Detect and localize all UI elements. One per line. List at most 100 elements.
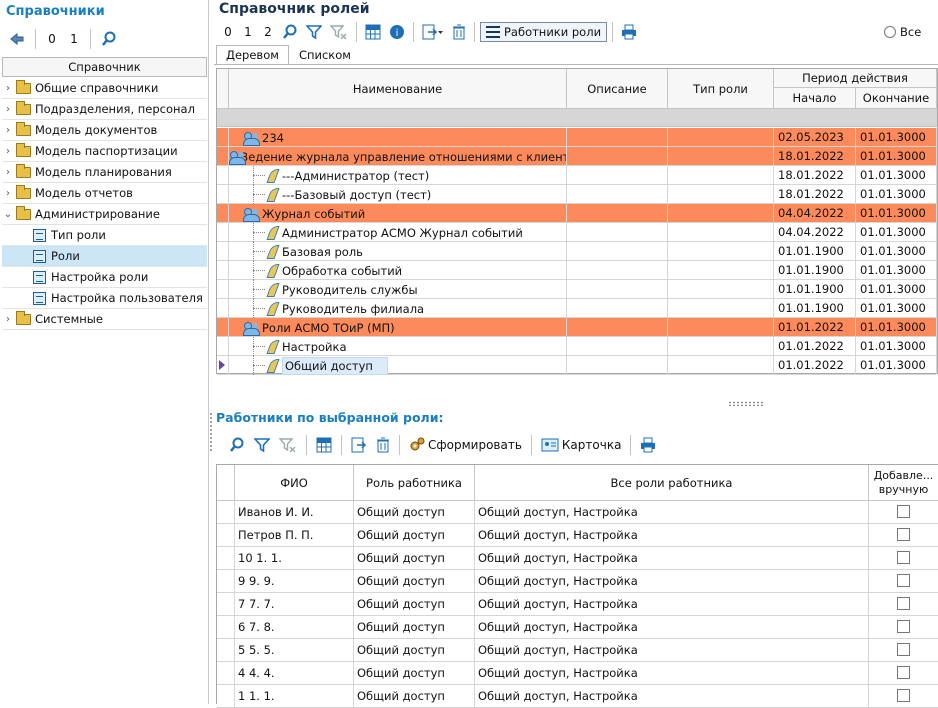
- level-0-button[interactable]: 0: [43, 29, 61, 49]
- tab-list[interactable]: Списком: [289, 45, 361, 65]
- level-1-button[interactable]: 1: [65, 29, 83, 49]
- clear-filter-icon[interactable]: [276, 435, 300, 455]
- filter-icon[interactable]: [251, 435, 273, 455]
- export-dropdown-icon[interactable]: [419, 22, 447, 42]
- column-worker-role-header[interactable]: Роль работника: [354, 465, 475, 501]
- tree-item[interactable]: › Модель документов: [2, 120, 207, 141]
- role-row[interactable]: Обработка событий 01.01.1900 01.01.3000: [217, 261, 937, 280]
- end-date-cell: 01.01.3000: [856, 185, 937, 204]
- search-icon[interactable]: [226, 435, 248, 455]
- column-all-roles-header[interactable]: Все роли работника: [475, 465, 869, 501]
- manual-checkbox[interactable]: [897, 689, 910, 702]
- tree-item[interactable]: › Подразделения, персонал: [2, 99, 207, 120]
- manual-checkbox[interactable]: [897, 643, 910, 656]
- form-button[interactable]: Сформировать: [406, 435, 525, 455]
- role-row[interactable]: Базовая роль 01.01.1900 01.01.3000: [217, 242, 937, 261]
- vertical-splitter-handle[interactable]: [209, 412, 213, 452]
- columns-grid-icon[interactable]: [313, 435, 335, 455]
- manual-cell: [869, 524, 938, 547]
- manual-checkbox[interactable]: [897, 574, 910, 587]
- expand-chevron-icon[interactable]: ›: [2, 125, 14, 136]
- role-row[interactable]: Администратор АСМО Журнал событий 04.04.2…: [217, 223, 937, 242]
- worker-row[interactable]: 7 7. 7. Общий доступ Общий доступ, Настрой…: [217, 593, 938, 616]
- tree-item[interactable]: Роли: [2, 246, 207, 267]
- column-fio-header[interactable]: ФИО: [235, 465, 354, 501]
- back-arrow-icon[interactable]: [6, 29, 28, 49]
- filter-row[interactable]: [217, 109, 937, 127]
- expand-chevron-icon[interactable]: ›: [2, 188, 14, 199]
- info-icon[interactable]: i: [386, 22, 408, 42]
- role-icon: [267, 339, 279, 354]
- expand-chevron-icon[interactable]: ›: [2, 314, 14, 325]
- show-all-radio[interactable]: Все: [884, 25, 921, 39]
- column-manual-header[interactable]: Добавле... вручную: [869, 465, 938, 501]
- column-name-header[interactable]: Наименование: [229, 69, 567, 109]
- role-row[interactable]: ---Базовый доступ (тест) 18.01.2022 01.01.…: [217, 185, 937, 204]
- tree-item[interactable]: Настройка роли: [2, 267, 207, 288]
- level-1-button[interactable]: 1: [239, 22, 257, 42]
- manual-checkbox[interactable]: [897, 597, 910, 610]
- worker-row[interactable]: 4 4. 4. Общий доступ Общий доступ, Настрой…: [217, 662, 938, 685]
- tree-item[interactable]: › Модель отчетов: [2, 183, 207, 204]
- tree-item[interactable]: › Общие справочники: [2, 78, 207, 99]
- manual-checkbox[interactable]: [897, 551, 910, 564]
- manual-checkbox[interactable]: [897, 620, 910, 633]
- column-role-type-header[interactable]: Тип роли: [668, 69, 774, 109]
- tree-item[interactable]: Тип роли: [2, 225, 207, 246]
- role-row[interactable]: Журнал событий 04.04.2022 01.01.3000: [217, 204, 937, 223]
- expand-chevron-icon[interactable]: ›: [2, 167, 14, 178]
- clear-filter-icon[interactable]: [327, 22, 351, 42]
- level-2-button[interactable]: 2: [259, 22, 277, 42]
- expand-chevron-icon[interactable]: ›: [2, 104, 14, 115]
- column-end-header[interactable]: Окончание: [856, 88, 937, 109]
- name-cell: Руководитель филиала: [229, 299, 567, 318]
- level-0-button[interactable]: 0: [219, 22, 237, 42]
- radio-circle[interactable]: [884, 26, 896, 38]
- manual-checkbox[interactable]: [897, 666, 910, 679]
- columns-grid-icon[interactable]: [362, 22, 384, 42]
- filter-icon[interactable]: [303, 22, 325, 42]
- export-icon[interactable]: [348, 435, 370, 455]
- splitter-handle[interactable]: [728, 401, 764, 406]
- role-row[interactable]: Руководитель службы 01.01.1900 01.01.3000: [217, 280, 937, 299]
- tree-item[interactable]: Настройка пользователя: [2, 288, 207, 309]
- tree-item[interactable]: ⌄ Администрирование: [2, 204, 207, 225]
- tree-item[interactable]: › Системные: [2, 309, 207, 330]
- role-name: ---Базовый доступ (тест): [282, 187, 432, 202]
- worker-row[interactable]: 6 7. 8. Общий доступ Общий доступ, Настрой…: [217, 616, 938, 639]
- tab-tree[interactable]: Деревом: [216, 45, 289, 65]
- role-row[interactable]: Роли АСМО ТОиР (МП) 01.01.2022 01.01.3000: [217, 318, 937, 337]
- role-row[interactable]: --Ведение журнала управление отношениями…: [217, 147, 937, 166]
- print-icon[interactable]: [618, 22, 640, 42]
- role-row[interactable]: Общий доступ 01.01.2022 01.01.3000: [217, 356, 937, 375]
- end-date-cell: 01.01.3000: [856, 318, 937, 337]
- role-row[interactable]: Настройка 01.01.2022 01.01.3000: [217, 337, 937, 356]
- manual-checkbox[interactable]: [897, 505, 910, 518]
- worker-row[interactable]: 10 1. 1. Общий доступ Общий доступ, Настро…: [217, 547, 938, 570]
- worker-row[interactable]: 9 9. 9. Общий доступ Общий доступ, Настрой…: [217, 570, 938, 593]
- expand-chevron-icon[interactable]: ›: [2, 146, 14, 157]
- worker-row[interactable]: 5 5. 5. Общий доступ Общий доступ, Настрой…: [217, 639, 938, 662]
- role-workers-button[interactable]: Работники роли: [480, 22, 608, 42]
- role-row[interactable]: ---Администратор (тест) 18.01.2022 01.01.3…: [217, 166, 937, 185]
- card-button[interactable]: Карточка: [538, 435, 625, 455]
- worker-row[interactable]: Петров П. П. Общий доступ Общий доступ, На…: [217, 524, 938, 547]
- column-start-header[interactable]: Начало: [774, 88, 856, 109]
- role-name: 234: [262, 130, 284, 145]
- manual-checkbox[interactable]: [897, 528, 910, 541]
- tree-item[interactable]: › Модель планирования: [2, 162, 207, 183]
- folder-icon: [16, 100, 31, 115]
- worker-row[interactable]: 1 1. 1. Общий доступ Общий доступ, Настрой…: [217, 685, 938, 708]
- role-row[interactable]: 234 02.05.2023 01.01.3000: [217, 128, 937, 147]
- worker-row[interactable]: Иванов И. И. Общий доступ Общий доступ, На…: [217, 501, 938, 524]
- collapse-chevron-icon[interactable]: ⌄: [2, 209, 14, 220]
- column-description-header[interactable]: Описание: [567, 69, 668, 109]
- search-icon[interactable]: [279, 22, 301, 42]
- tree-item[interactable]: › Модель паспортизации: [2, 141, 207, 162]
- delete-trash-icon[interactable]: [373, 435, 393, 455]
- expand-chevron-icon[interactable]: ›: [2, 83, 14, 94]
- delete-trash-icon[interactable]: [449, 22, 469, 42]
- role-row[interactable]: Руководитель филиала 01.01.1900 01.01.3000: [217, 299, 937, 318]
- search-icon[interactable]: [98, 29, 120, 49]
- print-icon[interactable]: [637, 435, 659, 455]
